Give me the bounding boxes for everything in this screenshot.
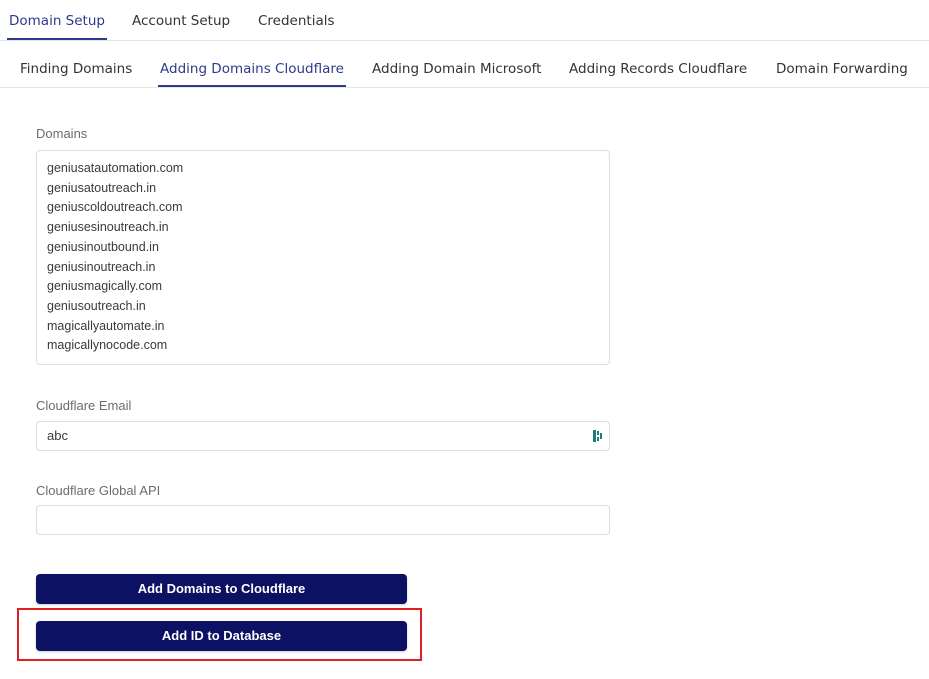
cloudflare-email-label: Cloudflare Email xyxy=(36,398,132,413)
add-domains-to-cloudflare-button[interactable]: Add Domains to Cloudflare xyxy=(36,574,407,604)
domain-line: geniusinoutbound.in xyxy=(47,239,159,254)
domain-line: geniuscoldoutreach.com xyxy=(47,200,183,215)
tab-domain-setup[interactable]: Domain Setup xyxy=(7,13,107,40)
domain-line: geniusesinoutreach.in xyxy=(47,220,169,235)
cloudflare-api-label: Cloudflare Global API xyxy=(36,483,161,498)
subtab-finding-domains[interactable]: Finding Domains xyxy=(20,61,132,77)
subtab-adding-records-cloudflare[interactable]: Adding Records Cloudflare xyxy=(569,61,747,77)
domain-line: geniusatautomation.com xyxy=(47,161,184,175)
tab-credentials[interactable]: Credentials xyxy=(258,13,335,29)
cloudflare-email-value: abc xyxy=(47,428,68,443)
chevron-left-icon[interactable]: ‹ xyxy=(0,14,3,26)
subtab-adding-domains-cloudflare[interactable]: Adding Domains Cloudflare xyxy=(158,61,346,87)
password-manager-icon[interactable] xyxy=(593,429,603,443)
subtab-adding-domain-microsoft[interactable]: Adding Domain Microsoft xyxy=(372,61,541,77)
cloudflare-email-input[interactable]: abc xyxy=(36,421,610,451)
domain-line: magicallyautomate.in xyxy=(47,318,165,333)
cloudflare-api-input[interactable] xyxy=(36,505,610,535)
domains-label: Domains xyxy=(36,126,88,141)
domain-line: geniusinoutreach.in xyxy=(47,259,156,274)
domain-line: geniusoutreach.in xyxy=(47,298,146,313)
domain-line: geniusmagically.com xyxy=(47,279,163,294)
subtab-domain-forwarding[interactable]: Domain Forwarding xyxy=(776,61,908,77)
tab-account-setup[interactable]: Account Setup xyxy=(132,13,230,29)
domains-textarea[interactable]: geniusatautomation.com geniusatoutreach.… xyxy=(36,150,610,365)
domain-line: magicallynocode.com xyxy=(47,338,168,353)
sub-tab-bar: Finding Domains Adding Domains Cloudflar… xyxy=(0,40,929,88)
top-tab-bar: ‹ Domain Setup Account Setup Credentials xyxy=(0,0,929,41)
highlight-box xyxy=(17,608,422,661)
domain-line: geniusatoutreach.in xyxy=(47,180,157,195)
